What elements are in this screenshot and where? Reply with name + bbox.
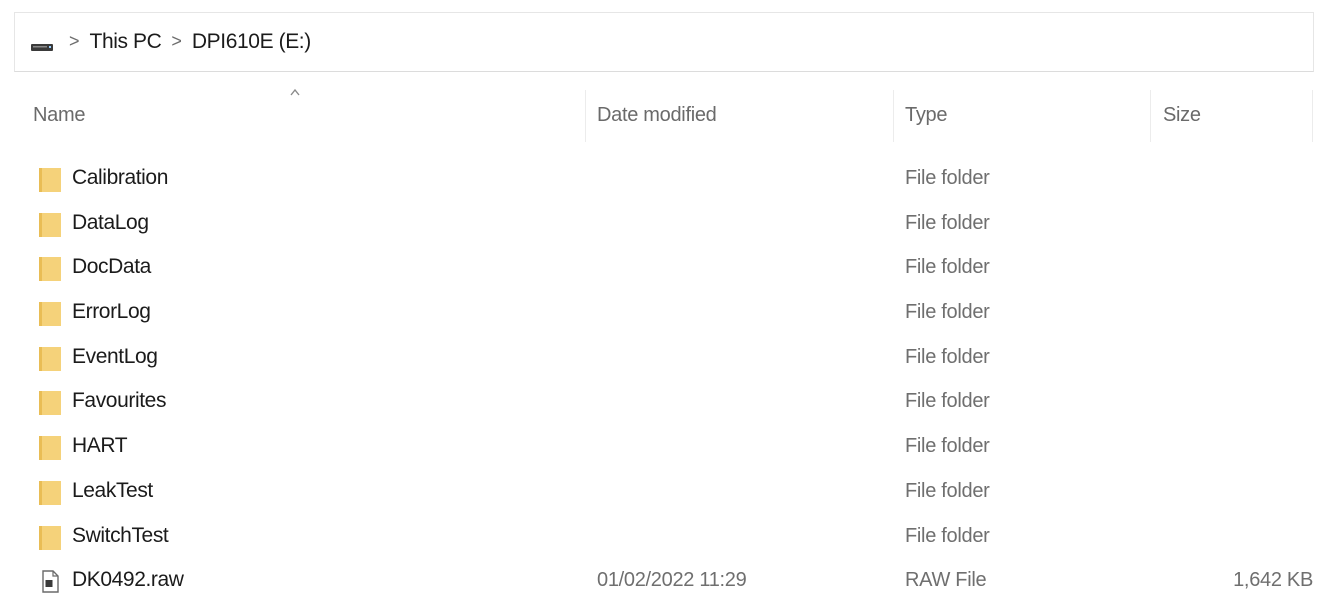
file-name: ErrorLog (72, 300, 151, 324)
folder-icon (38, 300, 62, 327)
list-item[interactable]: HART File folder (0, 426, 1321, 471)
folder-icon (38, 434, 62, 461)
list-item[interactable]: Favourites File folder (0, 381, 1321, 426)
file-name: HART (72, 434, 128, 458)
file-type: File folder (905, 211, 990, 234)
column-header-size[interactable]: Size (1163, 104, 1201, 127)
folder-icon (38, 479, 62, 505)
file-type: File folder (905, 345, 990, 368)
column-header-date-modified[interactable]: Date modified (597, 104, 717, 127)
column-divider[interactable] (893, 90, 894, 142)
list-item[interactable]: EventLog File folder (0, 337, 1321, 382)
list-item[interactable]: DK0492.raw 01/02/2022 11:29 RAW File 1,6… (0, 560, 1321, 605)
list-item[interactable]: DataLog File folder (0, 203, 1321, 248)
file-type: File folder (905, 256, 990, 279)
list-item[interactable]: LeakTest File folder (0, 471, 1321, 516)
list-item[interactable]: Calibration File folder (0, 158, 1321, 203)
drive-icon[interactable] (31, 43, 53, 52)
file-icon (38, 568, 62, 594)
file-date: 01/02/2022 11:29 (597, 569, 747, 592)
chevron-up-icon (290, 88, 300, 96)
column-header-type[interactable]: Type (905, 104, 947, 127)
address-bar[interactable]: > This PC > DPI610E (E:) (14, 12, 1314, 72)
folder-icon (38, 166, 62, 192)
file-name: LeakTest (72, 478, 153, 502)
breadcrumb-separator: > (69, 30, 80, 51)
file-type: File folder (905, 524, 990, 547)
file-size: 1,642 KB (1233, 569, 1313, 592)
folder-icon (38, 345, 62, 371)
breadcrumb-this-pc[interactable]: This PC (90, 30, 162, 54)
list-item[interactable]: DocData File folder (0, 247, 1321, 292)
file-name: SwitchTest (72, 523, 169, 547)
file-name: EventLog (72, 344, 158, 368)
breadcrumb-drive[interactable]: DPI610E (E:) (192, 30, 311, 54)
column-divider[interactable] (1150, 90, 1151, 142)
file-list: Calibration File folder DataLog File fol… (0, 158, 1321, 605)
file-name: DK0492.raw (72, 568, 184, 592)
file-name: DataLog (72, 210, 149, 234)
file-type: File folder (905, 390, 990, 413)
column-header-name[interactable]: Name (33, 104, 85, 127)
folder-icon (38, 524, 62, 550)
list-item[interactable]: ErrorLog File folder (0, 292, 1321, 337)
file-name: Calibration (72, 166, 168, 189)
file-type: File folder (905, 435, 990, 458)
file-type: File folder (905, 301, 990, 324)
list-item[interactable]: SwitchTest File folder (0, 516, 1321, 561)
folder-icon (38, 389, 62, 416)
column-divider[interactable] (1312, 90, 1313, 142)
breadcrumb-separator[interactable]: > (171, 31, 182, 52)
folder-icon (38, 211, 62, 237)
file-type: RAW File (905, 569, 987, 592)
folder-icon (38, 255, 62, 282)
column-headers: Name Date modified Type Size (0, 84, 1321, 148)
column-divider[interactable] (585, 90, 586, 142)
file-type: File folder (905, 167, 990, 189)
file-name: Favourites (72, 389, 167, 413)
file-name: DocData (72, 255, 151, 279)
file-type: File folder (905, 479, 990, 502)
